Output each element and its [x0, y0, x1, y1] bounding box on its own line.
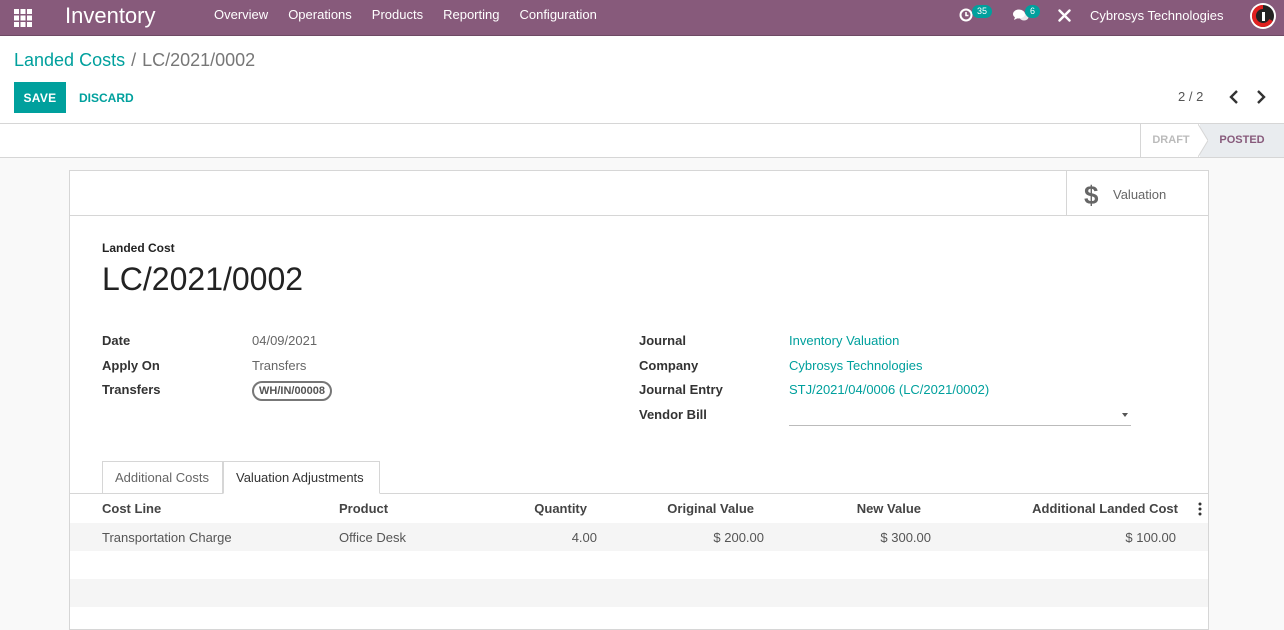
chevron-left-icon[interactable] — [1227, 89, 1241, 105]
top-navbar: Inventory Overview Operations Products R… — [0, 0, 1284, 36]
cell-new-value: $ 300.00 — [880, 530, 931, 545]
col-product[interactable]: Product — [339, 501, 388, 516]
breadcrumb-current: LC/2021/0002 — [142, 50, 256, 70]
company-label: Company — [639, 358, 699, 373]
cell-additional-landed-cost: $ 100.00 — [1125, 530, 1176, 545]
transfers-label: Transfers — [102, 382, 161, 397]
debug-tools-icon[interactable] — [1058, 9, 1071, 22]
cell-product: Office Desk — [339, 530, 406, 545]
journal-link[interactable]: Inventory Valuation — [789, 333, 899, 348]
valuation-button-label: Valuation — [1113, 187, 1167, 202]
date-field[interactable]: 04/09/2021 — [252, 333, 317, 348]
empty-table-row — [70, 551, 1208, 579]
date-label: Date — [102, 333, 131, 348]
app-title[interactable]: Inventory — [65, 3, 156, 29]
menu-configuration[interactable]: Configuration — [509, 0, 606, 36]
activity-clock-icon[interactable] — [959, 8, 973, 22]
stage-posted[interactable]: POSTED — [1200, 124, 1284, 157]
company-logo-icon — [1251, 4, 1274, 27]
apply-on-field[interactable]: Transfers — [252, 358, 306, 373]
smart-button-box: $ Valuation — [70, 171, 1208, 216]
col-quantity[interactable]: Quantity — [534, 501, 587, 516]
pager-value[interactable]: 2 / 2 — [1178, 89, 1203, 104]
breadcrumb-separator: / — [131, 50, 137, 70]
tab-additional-costs[interactable]: Additional Costs — [102, 461, 223, 493]
table-row[interactable]: Transportation Charge Office Desk 4.00 $… — [70, 523, 1208, 551]
breadcrumb: Landed Costs / LC/2021/0002 — [14, 50, 255, 71]
valuation-button[interactable]: $ Valuation — [1066, 171, 1208, 215]
vendor-bill-select[interactable] — [789, 405, 1131, 426]
stage-draft[interactable]: DRAFT — [1140, 124, 1201, 157]
user-avatar[interactable] — [1250, 3, 1276, 29]
column-options-icon[interactable] — [1198, 502, 1202, 516]
activity-count-badge: 35 — [972, 5, 993, 18]
record-caption: Landed Cost — [102, 241, 175, 255]
col-cost-line[interactable]: Cost Line — [102, 501, 161, 516]
apps-grid-icon[interactable] — [13, 8, 33, 28]
table-header: Cost Line Product Quantity Original Valu… — [70, 494, 1208, 524]
col-additional-landed-cost[interactable]: Additional Landed Cost — [1032, 501, 1178, 516]
empty-table-row — [70, 579, 1208, 607]
save-button[interactable]: SAVE — [14, 82, 66, 113]
company-switcher[interactable]: Cybrosys Technologies — [1090, 8, 1223, 23]
menu-overview[interactable]: Overview — [204, 0, 278, 36]
journal-entry-label: Journal Entry — [639, 382, 723, 397]
col-original-value[interactable]: Original Value — [667, 501, 754, 516]
journal-entry-link[interactable]: STJ/2021/04/0006 (LC/2021/0002) — [789, 382, 989, 397]
company-link[interactable]: Cybrosys Technologies — [789, 358, 922, 373]
cell-cost-line: Transportation Charge — [102, 530, 232, 545]
control-panel: Landed Costs / LC/2021/0002 SAVE DISCARD 2… — [0, 36, 1284, 124]
journal-label: Journal — [639, 333, 686, 348]
menu-operations[interactable]: Operations — [278, 0, 362, 36]
menu-reporting[interactable]: Reporting — [433, 0, 509, 36]
discard-button[interactable]: DISCARD — [70, 82, 143, 113]
record-name[interactable]: LC/2021/0002 — [102, 261, 303, 298]
col-new-value[interactable]: New Value — [857, 501, 921, 516]
tab-valuation-adjustments[interactable]: Valuation Adjustments — [223, 461, 380, 494]
dollar-icon: $ — [1084, 180, 1099, 210]
cell-original-value: $ 200.00 — [713, 530, 764, 545]
stage-arrow-separator — [1198, 124, 1208, 157]
cell-quantity: 4.00 — [571, 530, 597, 545]
caret-down-icon — [1122, 413, 1128, 417]
status-bar: DRAFT POSTED — [0, 124, 1284, 158]
apply-on-label: Apply On — [102, 358, 160, 373]
chevron-right-icon[interactable] — [1254, 89, 1268, 105]
form-sheet: $ Valuation Landed Cost LC/2021/0002 Dat… — [69, 170, 1209, 630]
menu-products[interactable]: Products — [362, 0, 433, 36]
main-menu: Overview Operations Products Reporting C… — [204, 0, 607, 36]
vendor-bill-label: Vendor Bill — [639, 407, 707, 422]
transfer-tag[interactable]: WH/IN/00008 — [252, 381, 333, 401]
messages-count-badge: 6 — [1025, 5, 1041, 18]
breadcrumb-landed-costs[interactable]: Landed Costs — [14, 50, 125, 70]
